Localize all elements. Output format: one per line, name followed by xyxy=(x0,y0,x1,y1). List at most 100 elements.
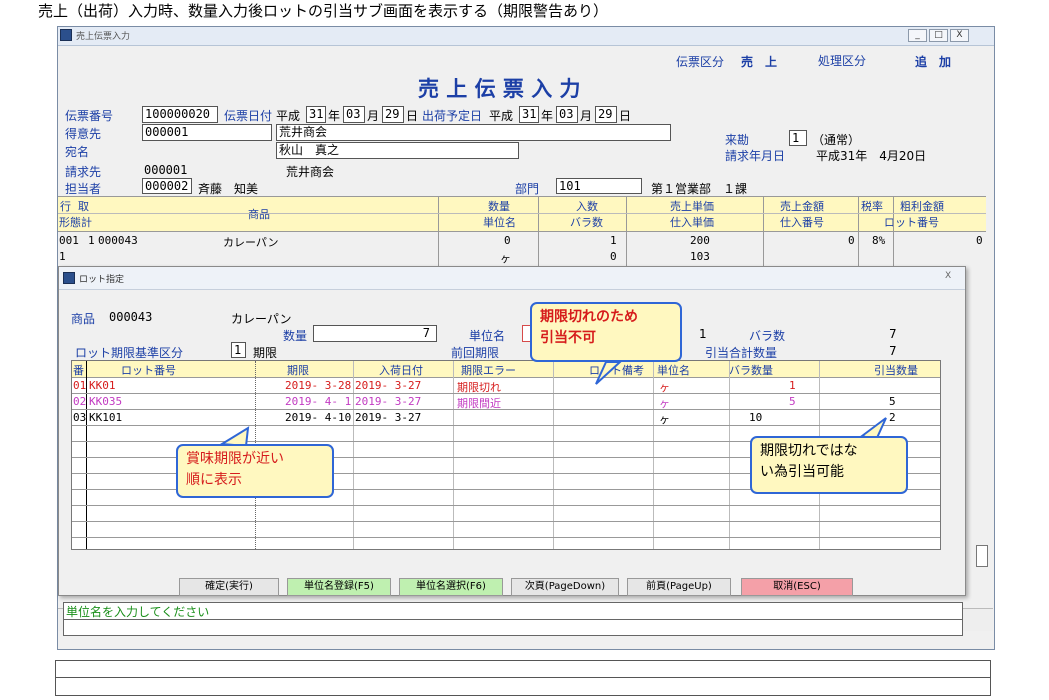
lot-selection-dialog: ロット指定 X 商品 000043 カレーパン 数量 7 単位名 1 バラ数 7… xyxy=(58,266,966,596)
lot-col-no: 番 xyxy=(73,364,84,377)
customer-code-field[interactable]: 000001 xyxy=(142,124,272,141)
maximize-button[interactable]: □ xyxy=(929,29,948,42)
addressee-field[interactable]: 秋山 真之 xyxy=(276,142,519,159)
row1-product-code[interactable]: 000043 xyxy=(98,234,138,247)
ship-date-month[interactable]: 03 xyxy=(556,106,578,123)
side-scroll[interactable] xyxy=(976,545,988,567)
lot-row-unit: ヶ xyxy=(659,381,670,394)
lot-row-bara: 10 xyxy=(749,411,763,424)
year-unit: 年 xyxy=(541,109,554,123)
col-unit: 単位名 xyxy=(483,216,516,229)
col-line: 行 xyxy=(60,200,71,213)
detail-grid-header xyxy=(58,196,986,232)
lot-row-unit: ヶ xyxy=(659,413,670,426)
visit-field[interactable]: 1 xyxy=(789,130,807,146)
staff-code-field[interactable]: 000002 xyxy=(142,178,192,194)
voucher-date-year[interactable]: 31 xyxy=(306,106,326,123)
col-cost: 仕入単価 xyxy=(670,216,714,229)
month-unit: 月 xyxy=(367,109,380,123)
prev-expiry-label: 前回期限 xyxy=(451,346,500,360)
lot-qty-field[interactable]: 7 xyxy=(313,325,437,342)
lot-product-label: 商品 xyxy=(71,312,96,326)
lot-row-alloc[interactable]: 2 xyxy=(889,411,896,424)
lot-row-alloc[interactable]: 5 xyxy=(889,395,896,408)
visit-desc: （通常） xyxy=(812,133,861,147)
lot-bara-value: 7 xyxy=(889,327,897,341)
lot-row-error: 期限切れ xyxy=(457,381,501,394)
ship-date-day[interactable]: 29 xyxy=(595,106,617,123)
lot-basis-field[interactable]: 1 xyxy=(231,342,246,358)
day-unit: 日 xyxy=(406,109,419,123)
month-unit: 月 xyxy=(580,109,593,123)
dialog-title: ロット指定 xyxy=(79,275,125,285)
lot-row-expiry: 2019- 4- 1 xyxy=(285,395,352,408)
lot-row-no: 03 xyxy=(73,411,87,424)
row1-price[interactable]: 200 xyxy=(690,234,710,247)
lot-row-unit: ヶ xyxy=(659,397,670,410)
lot-row-arrival: 2019- 3-27 xyxy=(355,379,422,392)
unit-select-button[interactable]: 単位名選択(F6) xyxy=(399,578,503,596)
alloc-total-value: 7 xyxy=(889,344,897,358)
row2-bara[interactable]: 0 xyxy=(610,250,617,263)
process-type-label: 処理区分 xyxy=(818,54,867,68)
row2-kind: 1 xyxy=(59,250,66,263)
lot-qty-label: 数量 xyxy=(283,329,308,343)
lot-row-lot[interactable]: KK101 xyxy=(89,411,122,424)
dialog-close-button[interactable]: X xyxy=(945,271,951,281)
dept-code-field[interactable]: 101 xyxy=(556,178,642,194)
billing-code: 000001 xyxy=(144,163,188,177)
lot-row-bara: 5 xyxy=(789,395,796,408)
staff-name: 斉藤 知美 xyxy=(198,182,259,196)
col-purchase-no: 仕入番号 xyxy=(780,216,824,229)
callout-order: 賞味期限が近い 順に表示 xyxy=(176,444,334,498)
customer-label: 得意先 xyxy=(65,127,102,141)
row2-cost[interactable]: 103 xyxy=(690,250,710,263)
staff-label: 担当者 xyxy=(65,182,102,196)
lot-row-no: 02 xyxy=(73,395,87,408)
voucher-date-month[interactable]: 03 xyxy=(343,106,365,123)
lot-col-arrival: 入荷日付 xyxy=(379,364,423,377)
lot-row-expiry: 2019- 3-28 xyxy=(285,379,352,392)
col-price: 売上単価 xyxy=(670,200,714,213)
row2-unit[interactable]: ヶ xyxy=(500,250,511,266)
voucher-no-label: 伝票番号 xyxy=(65,109,114,123)
col-irisu: 入数 xyxy=(576,200,598,213)
lot-row-error: 期限間近 xyxy=(457,397,501,410)
col-form-total: 形態計 xyxy=(59,216,92,229)
prev-page-button[interactable]: 前頁(PageUp) xyxy=(627,578,731,596)
unit-register-button[interactable]: 単位名登録(F5) xyxy=(287,578,391,596)
cancel-button[interactable]: 取消(ESC) xyxy=(741,578,853,596)
voucher-type-label: 伝票区分 xyxy=(676,55,725,69)
next-page-button[interactable]: 次頁(PageDown) xyxy=(511,578,619,596)
confirm-button[interactable]: 確定(実行) xyxy=(179,578,279,596)
col-tax: 税率 xyxy=(861,200,883,213)
dept-label: 部門 xyxy=(515,182,540,196)
lot-col-lot: ロット番号 xyxy=(121,364,176,377)
lot-bara-label: バラ数 xyxy=(749,329,786,343)
outer-status-bar-2 xyxy=(55,677,991,696)
voucher-date-day[interactable]: 29 xyxy=(382,106,404,123)
customer-name-field[interactable]: 荒井商会 xyxy=(276,124,671,141)
lot-row-lot[interactable]: KK035 xyxy=(89,395,122,408)
dept-name: 第１営業部 １課 xyxy=(651,182,748,196)
lot-unit-label: 単位名 xyxy=(469,329,506,343)
row1-irisu[interactable]: 1 xyxy=(610,234,617,247)
row1-product-name[interactable]: カレーパン xyxy=(223,234,278,250)
lot-product-name: カレーパン xyxy=(231,312,292,326)
ship-date-label: 出荷予定日 xyxy=(422,109,483,123)
lot-row-bara: 1 xyxy=(789,379,796,392)
bill-date-value: 平成31年 4月20日 xyxy=(816,149,927,163)
row1-amount: 0 xyxy=(848,234,855,247)
row1-kind: 1 xyxy=(88,234,95,247)
status-message: 単位名を入力してください xyxy=(66,605,210,619)
voucher-no-field[interactable]: 100000020 xyxy=(142,106,218,123)
lot-row-lot[interactable]: KK01 xyxy=(89,379,116,392)
lot-col-expiry: 期限 xyxy=(287,364,309,377)
ship-date-era: 平成 xyxy=(489,109,514,123)
ship-date-year[interactable]: 31 xyxy=(519,106,539,123)
window-titlebar: 売上伝票入力 _ □ X xyxy=(58,27,994,46)
lot-row-no: 01 xyxy=(73,379,87,392)
minimize-button[interactable]: _ xyxy=(908,29,927,42)
row1-qty[interactable]: 0 xyxy=(504,234,511,247)
close-button[interactable]: X xyxy=(950,29,969,42)
